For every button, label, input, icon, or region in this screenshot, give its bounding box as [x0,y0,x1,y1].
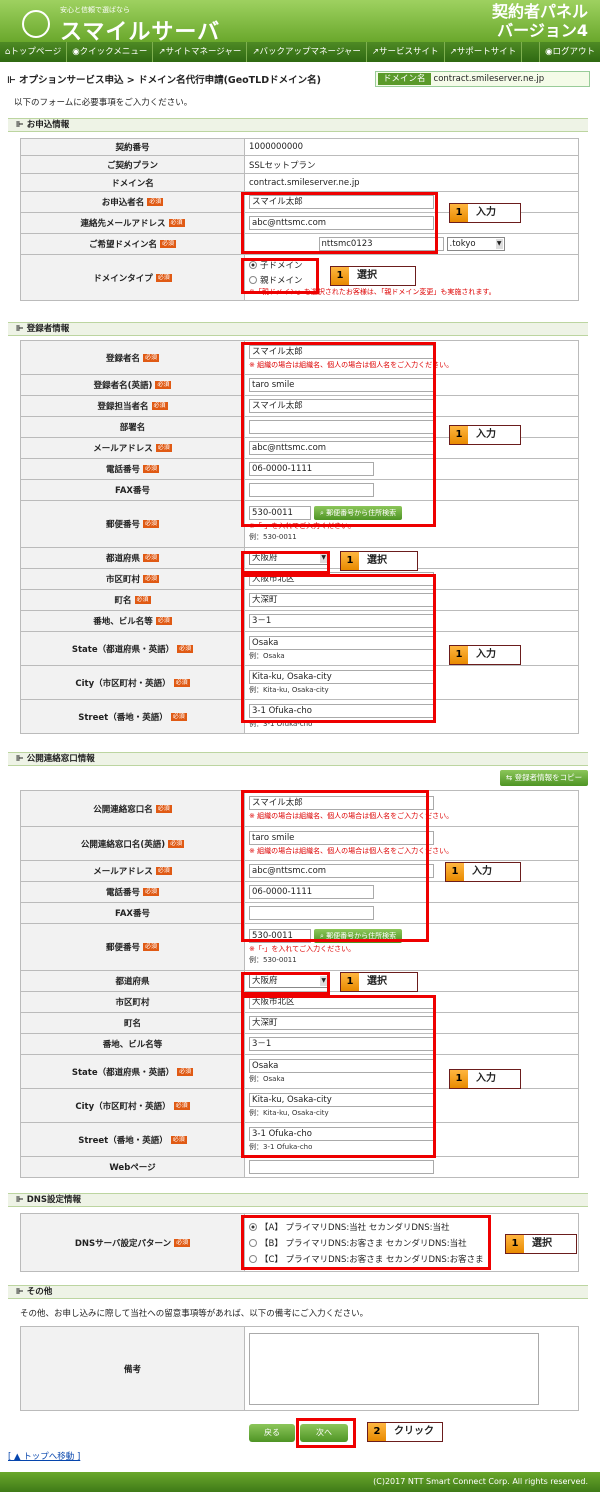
logout-button[interactable]: ◉ログアウト [539,42,600,62]
reg-fax-input[interactable] [249,483,374,497]
reg-name-en-input[interactable]: taro smile [249,378,434,392]
reg-addr-input[interactable]: 3－1 [249,614,434,628]
domain-type-note: ※「親ドメイン」を選択されたお客様は、「親ドメイン変更」も実施されます。 [249,287,496,296]
desired-domain-input[interactable]: nttsmc0123 [318,237,444,251]
nav-backup-manager[interactable]: ↗バックアップマネージャー [247,42,367,62]
reg-pref-select[interactable]: 大阪府 [249,551,329,565]
section-dns: ⊩ DNS設定情報 [8,1193,588,1207]
reg-dept-input[interactable] [249,420,434,434]
label-desired-domain: ご希望ドメイン名 [88,240,157,250]
public-table: 公開連絡窓口名 必須 スマイル太郎 ※ 組織の場合は組織名、個人の場合は個人名をご入力… [20,790,579,1178]
dns-option-c[interactable]: 【C】 プライマリDNS:お客さま セカンダリDNS:お客さま [249,1253,574,1265]
callout-click: 2 クリック [367,1422,443,1442]
reg-person-input[interactable]: スマイル太郎 [249,399,434,413]
nav-top[interactable]: ⌂トップページ [0,42,68,62]
pub-addr-input[interactable]: 3－1 [249,1037,434,1051]
callout-input-1: 1 入力 [449,203,521,223]
pub-tel-input[interactable]: 06-0000-1111 [249,885,374,899]
email-input[interactable]: abc@nttsmc.com [249,216,434,230]
reg-zip-input[interactable]: 530-0011 [249,506,311,520]
pub-pref-select[interactable]: 大阪府 [249,974,329,988]
nav-site-manager[interactable]: ↗サイトマネージャー [153,42,248,62]
back-button[interactable]: 戻る [249,1424,295,1442]
dns-table: DNSサーバ設定パターン 必須 【A】 プライマリDNS:当社 セカンダリDNS:当… [20,1213,579,1272]
pub-zip-input[interactable]: 530-0011 [249,929,311,943]
nav-quick-menu[interactable]: ◉クイックメニュー [67,42,154,62]
callout-select-4: 1 選択 [505,1234,577,1254]
label-contract-no: 契約番号 [21,139,245,155]
other-intro: その他、お申し込みに際して当社への留意事項等があれば、以下の備考にご入力ください… [20,1309,369,1319]
breadcrumb: ⊩ オプションサービス申込 > ドメイン名代行申請(GeoTLDドメイン名) [7,75,321,86]
reg-name-input[interactable]: スマイル太郎 [249,345,434,359]
label-domain-type: ドメインタイプ [93,273,153,284]
callout-select-3: 1 選択 [340,972,418,992]
copy-registrant-button[interactable]: ⇆ 登録者情報をコピー [500,770,588,786]
pub-street-input[interactable]: 3-1 Ofuka-cho [249,1127,434,1141]
intro-text: 以下のフォームに必要事項をご入力ください。 [14,98,193,108]
domain-box: ドメイン名 contract.smileserver.ne.jp [375,71,590,87]
section-other: ⊩ その他 [8,1285,588,1299]
reg-zip-search-button[interactable]: ⌕ 郵便番号から住所検索 [314,506,403,520]
memo-textarea[interactable] [249,1332,539,1405]
section-public: ⊩ 公開連絡窓口情報 [8,752,588,766]
reg-street-input[interactable]: 3-1 Ofuka-cho [249,704,434,718]
registrant-table: 登録者名 必須 スマイル太郎 ※ 組織の場合は組織名、個人の場合は個人名をご入力くださ… [20,340,579,734]
callout-input-4: 1 入力 [445,862,521,882]
callout-select-2: 1 選択 [340,551,418,571]
applicant-input[interactable]: スマイル太郎 [249,195,434,209]
top-link[interactable]: [ ▲ トップへ移動 ] [8,1450,80,1462]
label-applicant: お申込者名 [101,198,145,208]
next-button[interactable]: 次へ [300,1424,348,1442]
plan: SSLセットプラン [249,160,316,171]
header: 安心と信頼で選ばなら スマイルサーバ 契約者パネル バージョン4 [0,0,600,45]
pub-town-input[interactable]: 大深町 [249,1016,434,1030]
panel-title-line2: バージョン4 [497,21,588,40]
pub-state-input[interactable]: Osaka [249,1059,434,1073]
reg-email-input[interactable]: abc@nttsmc.com [249,441,434,455]
contract-no: 1000000000 [249,142,304,152]
nav-bar: ⌂トップページ ◉クイックメニュー ↗サイトマネージャー ↗バックアップマネージ… [0,42,600,62]
callout-input-5: 1 入力 [449,1069,521,1089]
pub-name-input[interactable]: スマイル太郎 [249,796,434,810]
section-apply: ⊩ お申込情報 [8,118,588,132]
smile-logo-icon [22,10,50,38]
tld-select[interactable]: .tokyo [446,237,505,251]
pub-zip-search-button[interactable]: ⌕ 郵便番号から住所検索 [314,929,403,943]
pub-fax-input[interactable] [249,906,374,920]
callout-input-2: 1 入力 [449,425,521,445]
panel-title-line1: 契約者パネル [491,2,588,21]
section-registrant: ⊩ 登録者情報 [8,322,588,336]
callout-input-3: 1 入力 [449,645,521,665]
footer: (C)2017 NTT Smart Connect Corp. All righ… [0,1472,600,1492]
reg-tel-input[interactable]: 06-0000-1111 [249,462,374,476]
pub-email-input[interactable]: abc@nttsmc.com [249,864,434,878]
panel-title: 契約者パネル バージョン4 [492,2,588,40]
reg-state-input[interactable]: Osaka [249,636,434,650]
dns-option-a[interactable]: 【A】 プライマリDNS:当社 セカンダリDNS:当社 [249,1221,574,1233]
pub-name-en-input[interactable]: taro smile [249,831,434,845]
reg-city-input[interactable]: 大阪市北区 [249,572,434,586]
domain: contract.smileserver.ne.jp [249,177,360,188]
pub-cityen-input[interactable]: Kita-ku, Osaka-city [249,1093,434,1107]
reg-cityen-input[interactable]: Kita-ku, Osaka-city [249,670,434,684]
label-domain: ドメイン名 [21,174,245,191]
other-table: 備考 [20,1326,579,1411]
nav-support-site[interactable]: ↗サポートサイト [445,42,523,62]
domain-value: contract.smileserver.ne.jp [433,74,545,84]
nav-service-site[interactable]: ↗サービスサイト [367,42,445,62]
label-email: 連絡先メールアドレス [80,219,166,229]
domain-tag: ドメイン名 [378,73,431,85]
callout-select-1: 1 選択 [330,266,416,286]
pub-city-input[interactable]: 大阪市北区 [249,995,434,1009]
label-plan: ご契約プラン [21,156,245,173]
pub-web-input[interactable] [249,1160,434,1174]
reg-town-input[interactable]: 大深町 [249,593,434,607]
